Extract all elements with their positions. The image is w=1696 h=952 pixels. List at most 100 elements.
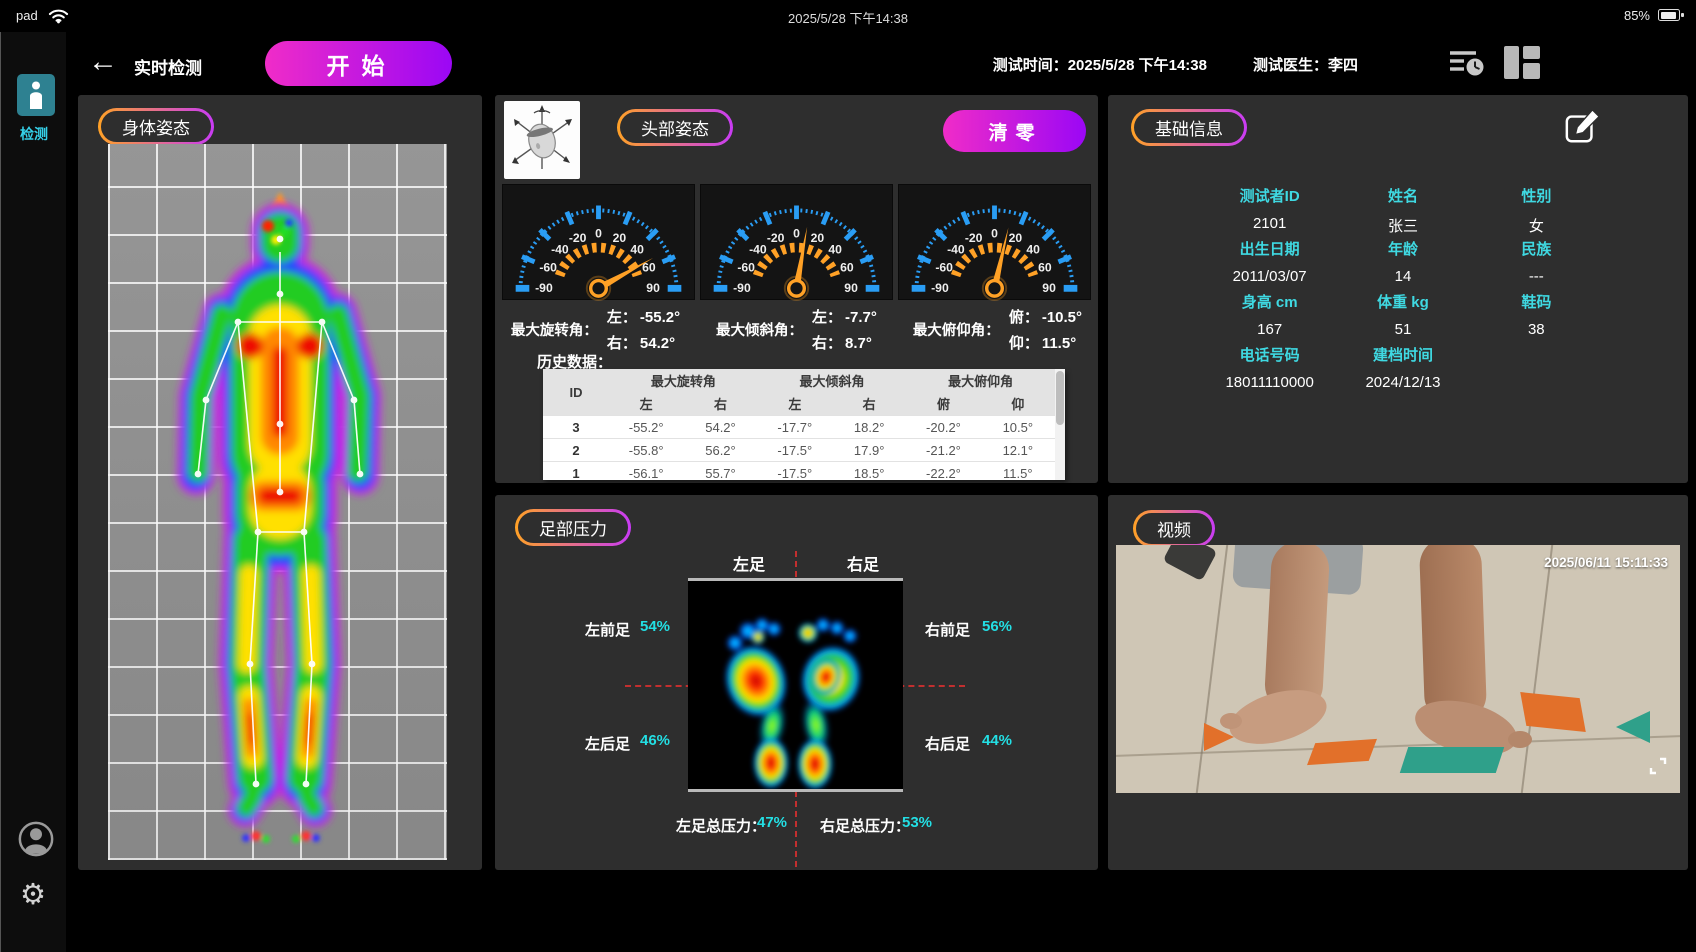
info-field-label: 年龄	[1336, 238, 1469, 259]
info-field-value: 2024/12/13	[1336, 374, 1469, 391]
body-thermal-image	[108, 144, 447, 860]
sidebar-item-detect[interactable]	[17, 74, 55, 116]
caption-name: 最大倾斜角：	[716, 319, 803, 340]
foot-pressure-panel: 足部压力 左足 右足	[495, 495, 1098, 870]
clear-button[interactable]: 清零	[943, 110, 1086, 152]
layout-grid-icon[interactable]	[1504, 46, 1540, 84]
info-field: 身高 cm 167	[1203, 291, 1336, 335]
left-total-pressure-value: 47%	[757, 814, 787, 831]
history-table-wrap: ID最大旋转角最大倾斜角最大俯仰角左右左右俯仰3-55.2°54.2°-17.7…	[543, 369, 1065, 480]
caption-right: 仰：11.5°	[1009, 332, 1082, 353]
test-time: 测试时间：2025/5/28 下午14:38	[993, 54, 1207, 75]
gauge-rotation: -90-60-40-20020406090	[502, 184, 695, 300]
svg-text:-60: -60	[935, 260, 953, 274]
history-table-scrollbar[interactable]	[1055, 369, 1065, 480]
tile-grout-line	[1195, 545, 1230, 793]
test-time-label: 测试时间：	[993, 57, 1068, 74]
gauge-caption-tilt: 最大倾斜角： 左：-7.7° 右：8.7°	[696, 305, 897, 353]
table-sub-header: 左	[609, 392, 683, 416]
edit-pencil-icon[interactable]	[1564, 109, 1600, 150]
history-clock-icon[interactable]	[1448, 47, 1484, 84]
svg-text:60: 60	[840, 260, 854, 274]
right-foot-label: 右足	[847, 551, 879, 575]
info-field-value: 18011110000	[1203, 374, 1336, 391]
app-screen: pad 2025/5/28 下午14:38 85% ← 实时检测 开始 测试时间…	[0, 0, 1696, 952]
body-posture-title: 身体姿态	[101, 111, 211, 142]
table-sub-header: 左	[758, 392, 832, 416]
info-field-label: 电话号码	[1203, 344, 1336, 365]
video-title: 视频	[1136, 513, 1212, 544]
user-avatar-icon[interactable]	[17, 820, 55, 863]
right-rearfoot-label: 右后足	[925, 733, 970, 754]
sidebar: 检测 ⚙	[0, 32, 66, 952]
orange-marker-right	[1520, 692, 1586, 732]
info-field-value: 2101	[1203, 215, 1336, 232]
orange-marker-center	[1307, 739, 1377, 765]
info-field: 体重 kg51	[1336, 291, 1469, 335]
info-field-label: 测试者ID	[1203, 185, 1336, 206]
doctor-label: 测试医生：	[1253, 57, 1328, 74]
svg-text:90: 90	[844, 281, 858, 295]
right-forefoot-value: 56%	[982, 618, 1012, 635]
info-field-label: 建档时间	[1336, 344, 1469, 365]
video-panel: 视频 2025/06/11 15:11:33	[1108, 495, 1688, 870]
right-rearfoot-value: 44%	[982, 732, 1012, 749]
table-sub-header: 仰	[981, 392, 1055, 416]
left-forefoot-label: 左前足	[585, 619, 630, 640]
basic-info-title: 基础信息	[1134, 112, 1244, 143]
info-field: 民族---	[1470, 238, 1603, 282]
gauge-captions: 最大旋转角： 左：-55.2° 右：54.2° 最大倾斜角： 左：-7.7° 右…	[495, 305, 1098, 353]
back-arrow-icon[interactable]: ←	[88, 44, 118, 80]
header: ← 实时检测 开始 测试时间：2025/5/28 下午14:38 测试医生：李四	[0, 32, 1696, 95]
status-bar: pad 2025/5/28 下午14:38 85%	[0, 0, 1696, 32]
header-test-info: 测试时间：2025/5/28 下午14:38 测试医生：李四	[993, 54, 1358, 75]
table-row: 2-55.8°56.2°-17.5°17.9°-21.2°12.1°	[543, 439, 1055, 462]
info-field-value: 167	[1203, 321, 1336, 338]
right-toes	[1508, 731, 1532, 748]
info-field-label: 鞋码	[1470, 291, 1603, 312]
svg-text:20: 20	[613, 231, 627, 245]
svg-text:-40: -40	[749, 243, 767, 257]
right-leg	[1419, 545, 1487, 724]
sidebar-item-detect-label: 检测	[1, 124, 67, 144]
svg-text:-40: -40	[947, 243, 965, 257]
caption-name: 最大俯仰角：	[913, 319, 1000, 340]
gauge-pitch: -90-60-40-20020406090	[898, 184, 1091, 300]
svg-text:-40: -40	[551, 243, 569, 257]
left-rearfoot-value: 46%	[640, 732, 670, 749]
info-field: 鞋码38	[1470, 291, 1603, 335]
caption-left: 左：-7.7°	[812, 306, 877, 327]
video-frame[interactable]: 2025/06/11 15:11:33	[1116, 545, 1680, 793]
svg-text:-60: -60	[539, 260, 557, 274]
status-datetime: 2025/5/28 下午14:38	[0, 8, 1696, 27]
doctor-name: 李四	[1328, 57, 1358, 74]
info-field: 年龄14	[1336, 238, 1469, 282]
table-header-id: ID	[543, 369, 609, 416]
tripod-foot	[1163, 545, 1218, 581]
info-field-label: 身高 cm	[1203, 291, 1336, 312]
basic-info-panel: 基础信息 测试者ID2101姓名张三性别女出生日期2011/03/07年龄14民…	[1108, 95, 1688, 483]
info-field: 建档时间 2024/12/13	[1336, 344, 1469, 388]
gear-icon[interactable]: ⚙	[20, 880, 46, 910]
info-field-value: ---	[1470, 268, 1603, 285]
info-field: 电话号码 18011110000	[1203, 344, 1336, 388]
test-doctor: 测试医生：李四	[1253, 54, 1358, 75]
foot-pressure-title: 足部压力	[518, 512, 628, 543]
expand-icon[interactable]	[1648, 756, 1668, 781]
left-forefoot-value: 54%	[640, 618, 670, 635]
start-button[interactable]: 开始	[265, 41, 452, 86]
foot-pressure-heatmap	[688, 581, 903, 789]
svg-text:60: 60	[1038, 260, 1052, 274]
orange-marker-left	[1204, 723, 1234, 751]
svg-text:90: 90	[1042, 281, 1056, 295]
info-field: 测试者ID 2101	[1203, 185, 1336, 229]
info-field: 姓名张三	[1336, 185, 1469, 229]
battery-percent: 85%	[1624, 8, 1650, 23]
svg-text:-90: -90	[733, 281, 751, 295]
body-posture-badge: 身体姿态	[98, 108, 214, 145]
svg-text:0: 0	[595, 227, 602, 241]
video-badge: 视频	[1133, 510, 1215, 547]
page-title: 实时检测	[134, 54, 202, 79]
info-field-value: 2011/03/07	[1203, 268, 1336, 285]
svg-text:20: 20	[811, 231, 825, 245]
